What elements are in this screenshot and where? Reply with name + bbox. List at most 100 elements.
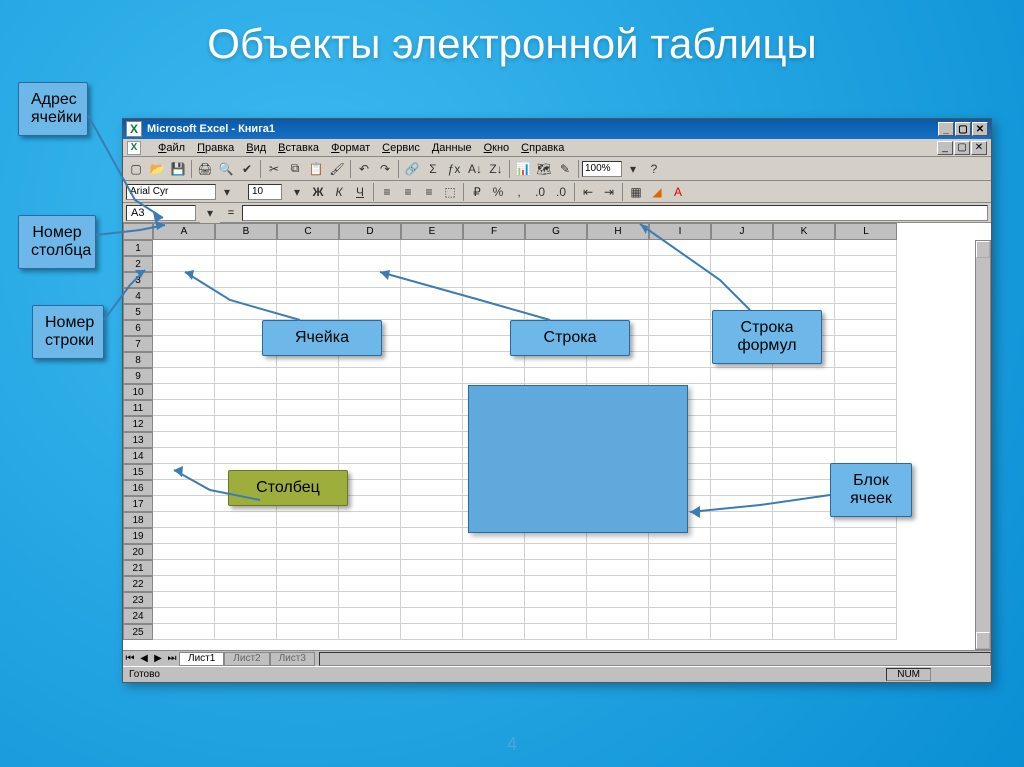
- size-dropdown-icon[interactable]: ▾: [287, 182, 307, 202]
- cell[interactable]: [339, 624, 401, 640]
- menu-item[interactable]: Справка: [515, 142, 570, 154]
- cell[interactable]: [153, 416, 215, 432]
- cell[interactable]: [773, 496, 835, 512]
- cell[interactable]: [835, 560, 897, 576]
- cell[interactable]: [339, 480, 401, 496]
- cell[interactable]: [339, 400, 401, 416]
- bold-icon[interactable]: Ж: [308, 182, 328, 202]
- cell[interactable]: [277, 240, 339, 256]
- cell[interactable]: [339, 496, 401, 512]
- align-right-icon[interactable]: ≡: [419, 182, 439, 202]
- column-header[interactable]: K: [773, 223, 835, 240]
- cell[interactable]: [835, 528, 897, 544]
- cell[interactable]: [773, 432, 835, 448]
- cell[interactable]: [587, 608, 649, 624]
- cell[interactable]: [401, 320, 463, 336]
- cell[interactable]: [463, 544, 525, 560]
- cell[interactable]: [835, 336, 897, 352]
- cell[interactable]: [649, 352, 711, 368]
- cell[interactable]: [711, 512, 773, 528]
- cell[interactable]: [649, 336, 711, 352]
- sort-asc-icon[interactable]: A↓: [465, 159, 485, 179]
- cell[interactable]: [215, 624, 277, 640]
- cell[interactable]: [649, 368, 711, 384]
- column-header[interactable]: C: [277, 223, 339, 240]
- cell[interactable]: [339, 464, 401, 480]
- cell[interactable]: [339, 528, 401, 544]
- cell[interactable]: [835, 272, 897, 288]
- column-header[interactable]: E: [401, 223, 463, 240]
- cell[interactable]: [525, 256, 587, 272]
- chart-icon[interactable]: 📊: [513, 159, 533, 179]
- cell[interactable]: [215, 592, 277, 608]
- cell[interactable]: [401, 624, 463, 640]
- minimize-button[interactable]: _: [938, 122, 954, 136]
- cell[interactable]: [711, 480, 773, 496]
- cell[interactable]: [339, 304, 401, 320]
- cell[interactable]: [773, 256, 835, 272]
- link-icon[interactable]: 🔗: [402, 159, 422, 179]
- row-header[interactable]: 19: [123, 528, 153, 544]
- child-max-button[interactable]: ▢: [954, 141, 970, 155]
- zoom-box[interactable]: 100%: [582, 161, 622, 177]
- cell[interactable]: [835, 432, 897, 448]
- cell[interactable]: [711, 576, 773, 592]
- cell[interactable]: [835, 368, 897, 384]
- cell[interactable]: [153, 400, 215, 416]
- column-header[interactable]: H: [587, 223, 649, 240]
- cell[interactable]: [711, 368, 773, 384]
- align-left-icon[interactable]: ≡: [377, 182, 397, 202]
- cell[interactable]: [339, 544, 401, 560]
- cell[interactable]: [711, 624, 773, 640]
- cell[interactable]: [773, 480, 835, 496]
- cell[interactable]: [153, 288, 215, 304]
- cell[interactable]: [401, 560, 463, 576]
- cell[interactable]: [711, 432, 773, 448]
- row-header[interactable]: 10: [123, 384, 153, 400]
- cell[interactable]: [711, 400, 773, 416]
- row-header[interactable]: 11: [123, 400, 153, 416]
- cell[interactable]: [339, 576, 401, 592]
- cell[interactable]: [711, 272, 773, 288]
- cell[interactable]: [773, 240, 835, 256]
- cell[interactable]: [153, 560, 215, 576]
- column-header[interactable]: J: [711, 223, 773, 240]
- cell[interactable]: [401, 480, 463, 496]
- cell[interactable]: [277, 512, 339, 528]
- cell[interactable]: [401, 528, 463, 544]
- cell[interactable]: [649, 240, 711, 256]
- row-header[interactable]: 4: [123, 288, 153, 304]
- cell[interactable]: [649, 608, 711, 624]
- cell[interactable]: [711, 608, 773, 624]
- cell[interactable]: [277, 256, 339, 272]
- cell[interactable]: [463, 272, 525, 288]
- cell[interactable]: [401, 608, 463, 624]
- cell[interactable]: [277, 400, 339, 416]
- cell[interactable]: [215, 576, 277, 592]
- cell[interactable]: [835, 384, 897, 400]
- cell[interactable]: [525, 576, 587, 592]
- row-header[interactable]: 6: [123, 320, 153, 336]
- cell[interactable]: [401, 544, 463, 560]
- cell[interactable]: [525, 544, 587, 560]
- sheet-tab[interactable]: Лист1: [179, 652, 224, 666]
- row-header[interactable]: 25: [123, 624, 153, 640]
- cell[interactable]: [835, 288, 897, 304]
- row-header[interactable]: 3: [123, 272, 153, 288]
- cell[interactable]: [525, 560, 587, 576]
- cell[interactable]: [463, 624, 525, 640]
- vertical-scrollbar[interactable]: [975, 240, 991, 650]
- cell[interactable]: [773, 272, 835, 288]
- fill-color-icon[interactable]: ◢: [647, 182, 667, 202]
- cell[interactable]: [773, 528, 835, 544]
- cell[interactable]: [835, 608, 897, 624]
- cell[interactable]: [773, 384, 835, 400]
- cell[interactable]: [153, 544, 215, 560]
- cell[interactable]: [711, 256, 773, 272]
- cell[interactable]: [339, 416, 401, 432]
- column-header[interactable]: F: [463, 223, 525, 240]
- menu-item[interactable]: Формат: [325, 142, 376, 154]
- save-icon[interactable]: 💾: [168, 159, 188, 179]
- cell[interactable]: [153, 352, 215, 368]
- cell[interactable]: [773, 416, 835, 432]
